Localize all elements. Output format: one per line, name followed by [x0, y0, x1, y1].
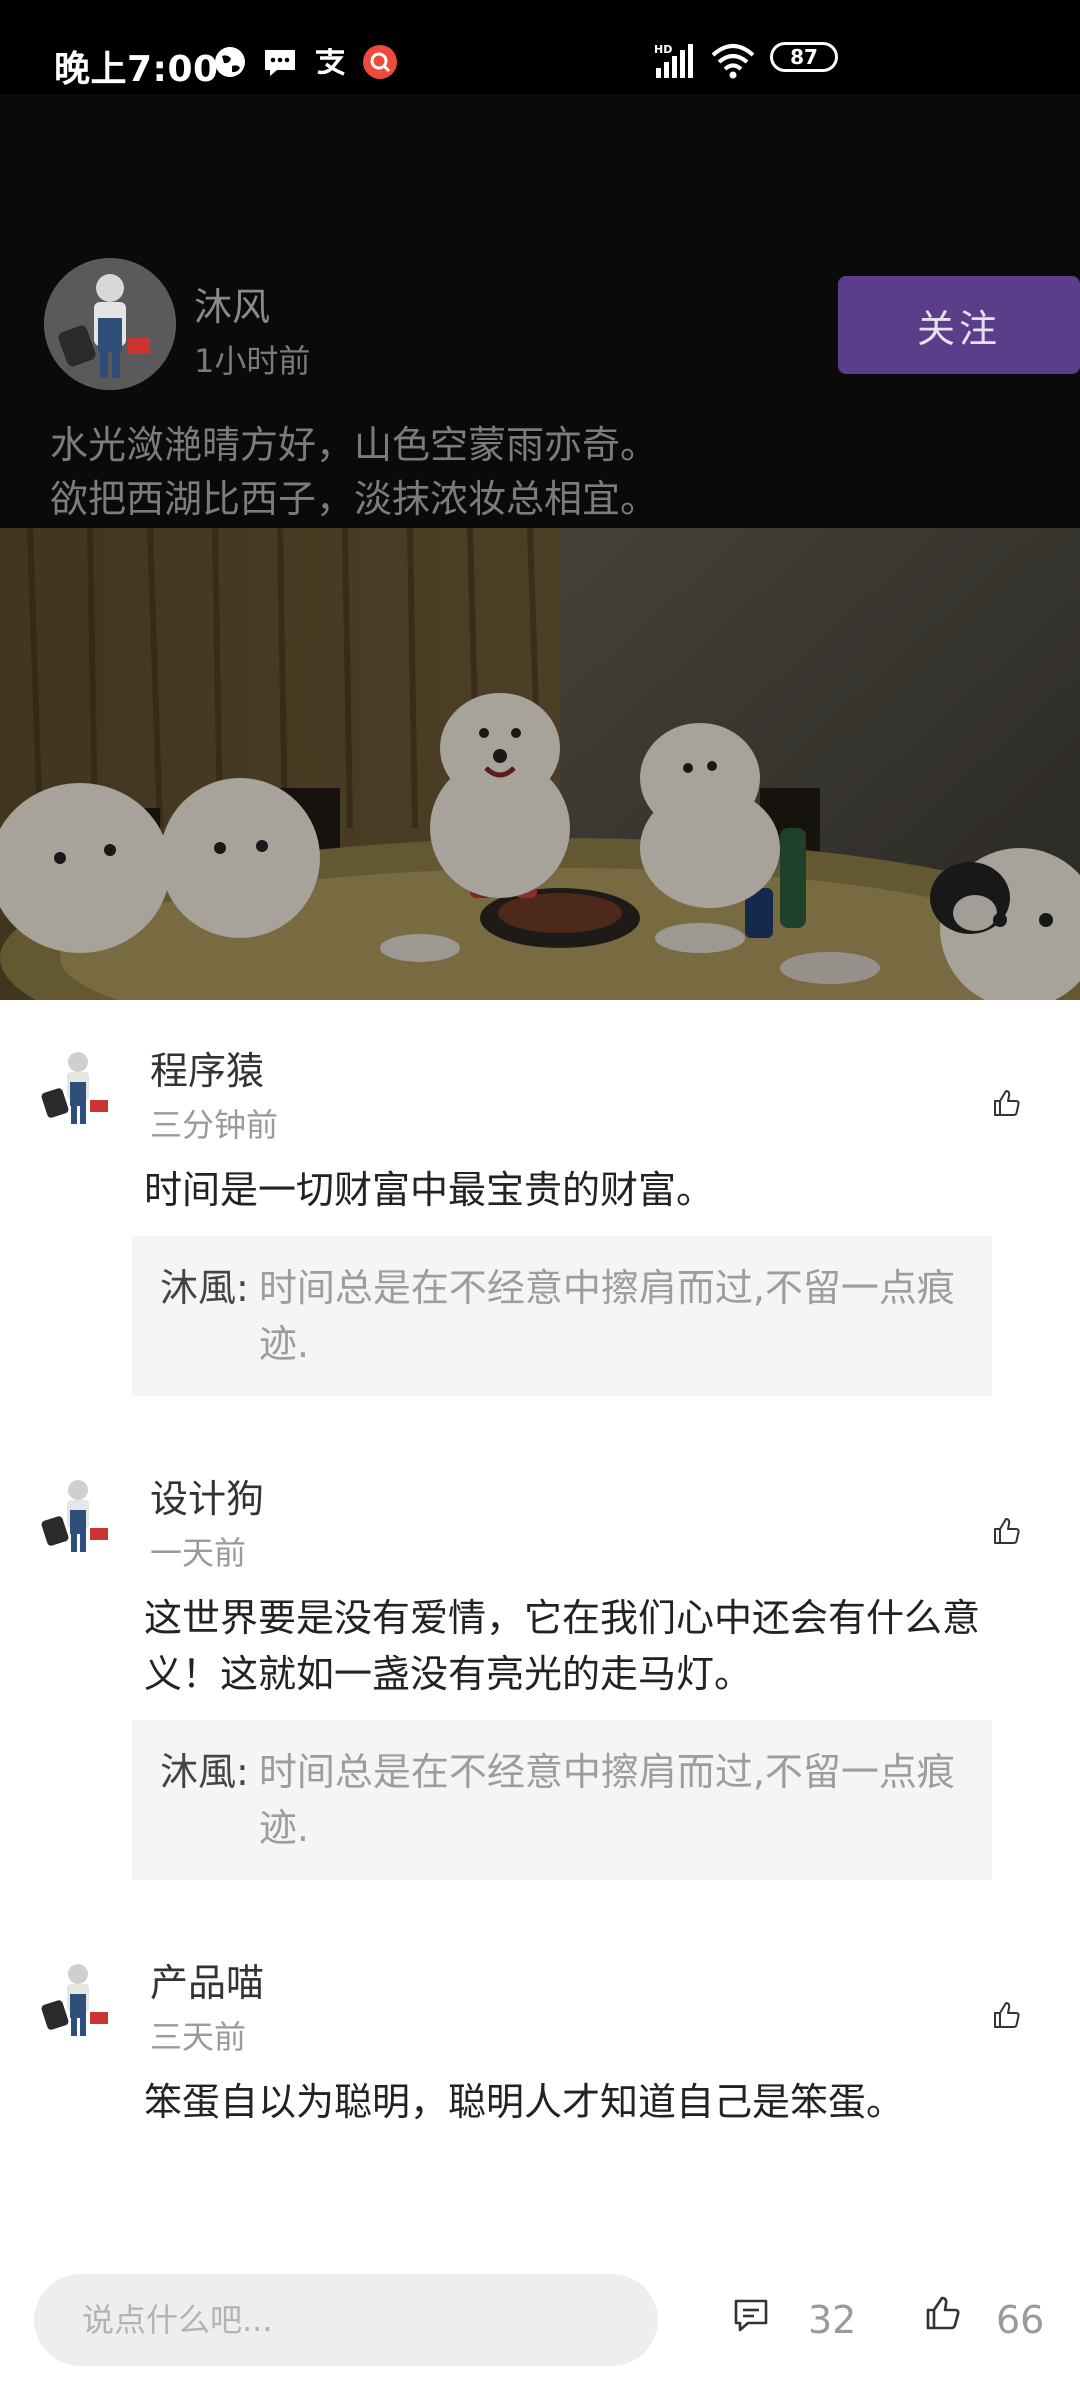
- commenter-avatar[interactable]: [40, 1476, 116, 1556]
- like-icon[interactable]: [924, 2294, 962, 2332]
- post-text-line: 水光潋滟晴方好，山色空蒙雨亦奇。: [50, 423, 659, 467]
- reply-author[interactable]: 沐風:: [160, 1260, 249, 1372]
- commenter-name[interactable]: 产品喵: [150, 1952, 264, 2007]
- battery-icon: 87: [770, 42, 838, 72]
- battery-level: 87: [790, 45, 818, 69]
- reply-text: 时间总是在不经意中擦肩而过,不留一点痕迹.: [258, 1750, 955, 1850]
- svg-text:HD: HD: [654, 43, 672, 56]
- author-name[interactable]: 沐风: [194, 276, 270, 331]
- commenter-name[interactable]: 设计狗: [150, 1468, 264, 1523]
- post-image[interactable]: [0, 528, 1080, 1000]
- post-time: 1小时前: [194, 342, 311, 380]
- commenter-avatar[interactable]: [40, 1960, 116, 2040]
- commenter-name[interactable]: 程序猿: [150, 1040, 264, 1095]
- comment-time: 三天前: [150, 2018, 247, 2056]
- status-bar: 晚上7:00 HD 87: [0, 0, 1080, 94]
- like-count: 66: [996, 2298, 1045, 2342]
- author-avatar[interactable]: [44, 258, 176, 390]
- alipay-icon: [316, 48, 345, 76]
- thumbs-up-icon[interactable]: [992, 1516, 1022, 1546]
- comment-item: 设计狗 一天前 这世界要是没有爱情，它在我们心中还会有什么意义！这就如一盏没有亮…: [0, 1468, 1080, 1928]
- globe-icon: [215, 47, 245, 77]
- comment-time: 三分钟前: [150, 1106, 279, 1144]
- message-icon: [265, 50, 295, 76]
- comment-icon[interactable]: [732, 2296, 770, 2334]
- comment-text: 笨蛋自以为聪明，聪明人才知道自己是笨蛋。: [144, 2080, 905, 2124]
- thumbs-up-icon[interactable]: [992, 1088, 1022, 1118]
- bottom-bar: 32 66: [0, 2240, 1080, 2400]
- comment-item: 程序猿 三分钟前 时间是一切财富中最宝贵的财富。 沐風: 时间总是在不经意中擦肩…: [0, 1040, 1080, 1440]
- comment-text: 时间是一切财富中最宝贵的财富。: [144, 1168, 715, 1212]
- commenter-avatar[interactable]: [40, 1048, 116, 1128]
- comment-time: 一天前: [150, 1534, 247, 1572]
- dogs-dinner-photo: [0, 528, 1080, 1000]
- reply-author[interactable]: 沐風:: [160, 1744, 249, 1856]
- comment-item: 产品喵 三天前 笨蛋自以为聪明，聪明人才知道自己是笨蛋。: [0, 1952, 1080, 2152]
- reply-text: 时间总是在不经意中擦肩而过,不留一点痕迹.: [258, 1266, 955, 1366]
- wifi-icon: [711, 44, 755, 79]
- comment-list: 程序猿 三分钟前 时间是一切财富中最宝贵的财富。 沐風: 时间总是在不经意中擦肩…: [0, 1000, 1080, 2240]
- comment-count: 32: [808, 2298, 857, 2342]
- post-text-line: 欲把西湖比西子，淡抹浓妆总相宜。: [50, 477, 659, 521]
- comment-input[interactable]: [34, 2274, 658, 2366]
- thumbs-up-icon[interactable]: [992, 2000, 1022, 2030]
- signal-icon: HD: [654, 43, 693, 78]
- avatar-figure-icon: [44, 258, 176, 390]
- comment-reply: 沐風: 时间总是在不经意中擦肩而过,不留一点痕迹.: [132, 1236, 992, 1396]
- comment-reply: 沐風: 时间总是在不经意中擦肩而过,不留一点痕迹.: [132, 1720, 992, 1880]
- follow-button[interactable]: 关注: [838, 276, 1080, 374]
- search-app-icon: [363, 45, 397, 79]
- post-text: 水光潋滟晴方好，山色空蒙雨亦奇。 欲把西湖比西子，淡抹浓妆总相宜。: [50, 418, 1030, 526]
- status-time: 晚上7:00: [54, 49, 219, 90]
- comment-text: 这世界要是没有爱情，它在我们心中还会有什么意义！这就如一盏没有亮光的走马灯。: [144, 1596, 981, 1696]
